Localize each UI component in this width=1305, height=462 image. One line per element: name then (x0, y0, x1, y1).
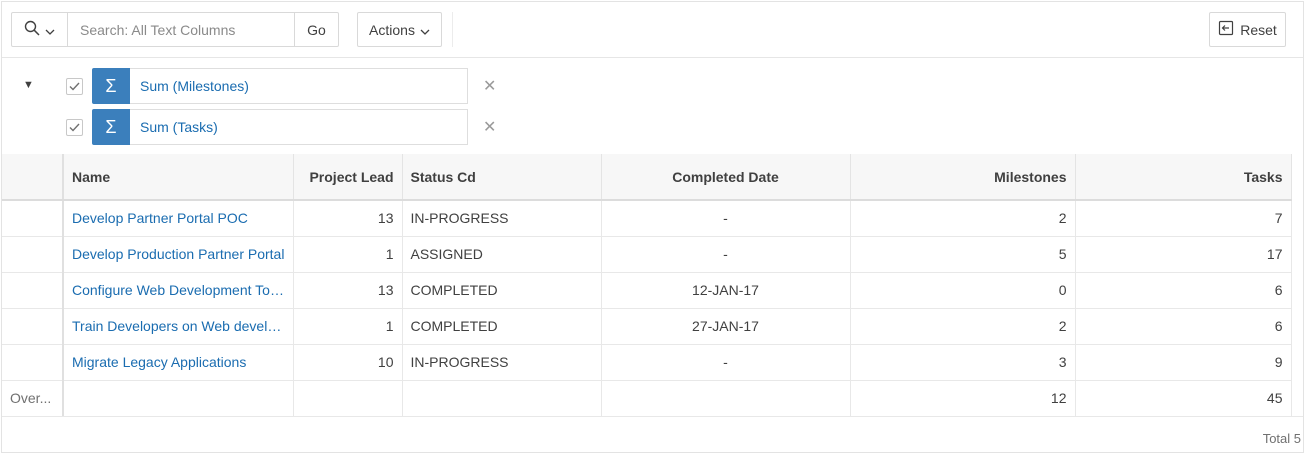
completed-date-cell: - (601, 236, 851, 273)
completed-date-cell: 12-JAN-17 (601, 272, 851, 309)
status-cell: IN-PROGRESS (402, 200, 602, 237)
sum-icon: Σ (92, 109, 130, 145)
chevron-down-icon (420, 22, 430, 38)
column-header-project-lead[interactable]: Project Lead (293, 154, 403, 201)
table-row: Train Developers on Web develop... 1 COM… (2, 308, 1292, 345)
aggregate-empty-cell (293, 380, 403, 417)
project-name-link[interactable]: Develop Production Partner Portal (63, 236, 294, 273)
chevron-down-icon (45, 22, 55, 38)
table-row: Configure Web Development Too... 13 COMP… (2, 272, 1292, 309)
aggregation-checkbox[interactable] (66, 119, 83, 136)
row-selector (2, 236, 64, 273)
milestones-cell: 0 (850, 272, 1076, 309)
project-lead-cell: 13 (293, 200, 403, 237)
milestones-cell: 2 (850, 200, 1076, 237)
status-cell: ASSIGNED (402, 236, 602, 273)
search-column-menu[interactable] (11, 12, 68, 47)
tasks-cell: 9 (1075, 344, 1292, 381)
row-selector-header (2, 154, 64, 201)
project-name-link[interactable]: Develop Partner Portal POC (63, 200, 294, 237)
aggregate-row: Over... 12 45 (2, 380, 1292, 417)
milestones-sum-cell: 12 (850, 380, 1076, 417)
tasks-cell: 7 (1075, 200, 1292, 237)
aggregation-panel: ▼ Σ Sum (Milestones) ✕ Σ Sum (Tasks) ✕ (2, 58, 1303, 154)
row-selector (2, 200, 64, 237)
search-input[interactable] (68, 12, 295, 47)
project-name-link[interactable]: Migrate Legacy Applications (63, 344, 294, 381)
completed-date-cell: - (601, 200, 851, 237)
report-table: Name Project Lead Status Cd Completed Da… (2, 154, 1303, 417)
status-cell: COMPLETED (402, 272, 602, 309)
row-selector (2, 344, 64, 381)
tasks-cell: 17 (1075, 236, 1292, 273)
status-cell: COMPLETED (402, 308, 602, 345)
aggregate-empty-cell (601, 380, 851, 417)
report-toolbar: Go Actions Reset (2, 2, 1303, 58)
toolbar-divider (452, 12, 453, 47)
go-button-label: Go (307, 21, 326, 38)
reset-button[interactable]: Reset (1209, 12, 1286, 47)
aggregate-empty-cell (63, 380, 294, 417)
actions-menu-button[interactable]: Actions (357, 12, 442, 47)
column-header-status-cd[interactable]: Status Cd (402, 154, 602, 201)
table-row: Develop Partner Portal POC 13 IN-PROGRES… (2, 200, 1292, 237)
table-row: Migrate Legacy Applications 10 IN-PROGRE… (2, 344, 1292, 381)
row-selector (2, 308, 64, 345)
aggregation-checkbox[interactable] (66, 78, 83, 95)
column-header-milestones[interactable]: Milestones (850, 154, 1076, 201)
aggregation-row: Σ Sum (Tasks) ✕ (2, 109, 522, 145)
remove-icon[interactable]: ✕ (483, 117, 496, 137)
aggregate-label: Over... (2, 380, 64, 417)
total-row-count: Total 5 (1262, 431, 1301, 446)
project-lead-cell: 13 (293, 272, 403, 309)
aggregate-empty-cell (402, 380, 602, 417)
milestones-cell: 3 (850, 344, 1076, 381)
report-footer: Total 5 (2, 416, 1303, 454)
project-name-link[interactable]: Configure Web Development Too... (63, 272, 294, 309)
aggregation-label[interactable]: Sum (Milestones) (130, 68, 468, 104)
reset-button-label: Reset (1240, 21, 1277, 38)
row-selector (2, 272, 64, 309)
column-header-completed-date[interactable]: Completed Date (601, 154, 851, 201)
tasks-cell: 6 (1075, 308, 1292, 345)
search-icon (24, 20, 40, 39)
interactive-report: Go Actions Reset ▼ Σ Sum (Milestones) ✕ (1, 1, 1304, 453)
go-button[interactable]: Go (294, 12, 339, 47)
actions-button-label: Actions (369, 21, 415, 38)
milestones-cell: 2 (850, 308, 1076, 345)
table-header-row: Name Project Lead Status Cd Completed Da… (2, 154, 1292, 201)
column-header-tasks[interactable]: Tasks (1075, 154, 1292, 201)
project-lead-cell: 10 (293, 344, 403, 381)
reset-icon (1218, 20, 1234, 39)
completed-date-cell: 27-JAN-17 (601, 308, 851, 345)
remove-icon[interactable]: ✕ (483, 76, 496, 96)
project-name-link[interactable]: Train Developers on Web develop... (63, 308, 294, 345)
status-cell: IN-PROGRESS (402, 344, 602, 381)
column-header-name[interactable]: Name (63, 154, 294, 201)
sum-icon: Σ (92, 68, 130, 104)
tasks-cell: 6 (1075, 272, 1292, 309)
project-lead-cell: 1 (293, 236, 403, 273)
completed-date-cell: - (601, 344, 851, 381)
project-lead-cell: 1 (293, 308, 403, 345)
milestones-cell: 5 (850, 236, 1076, 273)
table-row: Develop Production Partner Portal 1 ASSI… (2, 236, 1292, 273)
aggregation-label[interactable]: Sum (Tasks) (130, 109, 468, 145)
tasks-sum-cell: 45 (1075, 380, 1292, 417)
aggregation-row: Σ Sum (Milestones) ✕ (2, 68, 522, 104)
